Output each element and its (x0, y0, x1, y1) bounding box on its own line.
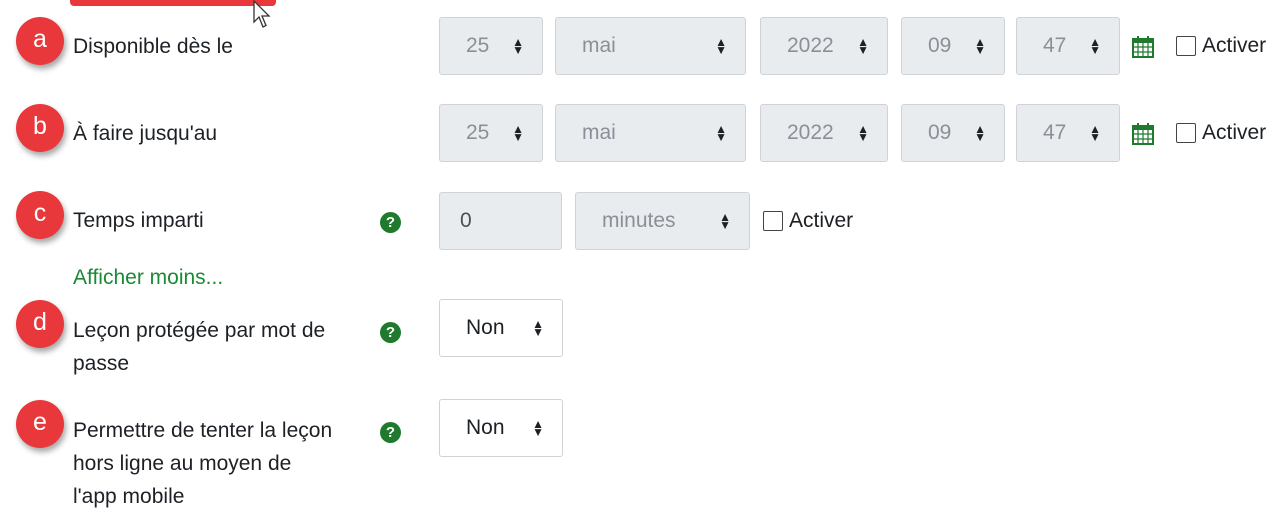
password-protected-label: Leçon protégée par mot de passe (73, 314, 325, 380)
question-circle-icon[interactable]: ? (380, 212, 401, 233)
time-limit-enable-checkbox[interactable]: Activer (763, 209, 853, 233)
label-line: l'app mobile (73, 485, 185, 508)
select-value: 25 (466, 121, 490, 144)
time-limit-unit-select[interactable]: minutes ▲ ▼ (575, 192, 750, 250)
select-value: mai (582, 121, 616, 144)
select-value: mai (582, 34, 616, 57)
sort-arrows-icon: ▲ ▼ (512, 122, 524, 144)
select-value: 2022 (787, 121, 834, 144)
sort-arrows-icon: ▲ ▼ (532, 317, 544, 339)
label-line: Permettre de tenter la leçon (73, 419, 333, 442)
checkbox-label: Activer (1202, 34, 1267, 57)
label-line: Leçon protégée par mot de (73, 319, 326, 342)
select-value: 47 (1043, 34, 1067, 57)
available-from-label: Disponible dès le (73, 35, 233, 58)
top-highlight-bar (70, 0, 276, 6)
question-circle-icon[interactable]: ? (380, 422, 401, 443)
sort-arrows-icon: ▲ ▼ (974, 35, 986, 57)
badge-e: e (16, 400, 64, 448)
offline-attempt-label: Permettre de tenter la leçon hors ligne … (73, 414, 332, 513)
due-date-day-select[interactable]: 25 ▲ ▼ (439, 104, 543, 162)
available-from-minute-select[interactable]: 47 ▲ ▼ (1016, 17, 1120, 75)
due-date-enable-checkbox[interactable]: Activer (1176, 121, 1266, 145)
sort-arrows-icon: ▲ ▼ (715, 122, 727, 144)
available-from-year-select[interactable]: 2022 ▲ ▼ (760, 17, 888, 75)
sort-arrows-icon: ▲ ▼ (715, 35, 727, 57)
due-date-month-select[interactable]: mai ▲ ▼ (555, 104, 746, 162)
calendar-icon[interactable] (1132, 36, 1154, 58)
checkbox-label: Activer (789, 209, 854, 232)
question-circle-icon[interactable]: ? (380, 322, 401, 343)
sort-arrows-icon: ▲ ▼ (719, 210, 731, 232)
available-from-enable-checkbox[interactable]: Activer (1176, 34, 1266, 58)
show-less-link[interactable]: Afficher moins... (73, 266, 223, 290)
available-from-day-select[interactable]: 25 ▲ ▼ (439, 17, 543, 75)
sort-arrows-icon: ▲ ▼ (1089, 35, 1101, 57)
select-value: 47 (1043, 121, 1067, 144)
select-value: minutes (602, 209, 676, 232)
select-value: Non (466, 316, 505, 339)
select-value: Non (466, 416, 505, 439)
due-date-minute-select[interactable]: 47 ▲ ▼ (1016, 104, 1120, 162)
sort-arrows-icon: ▲ ▼ (1089, 122, 1101, 144)
label-line: hors ligne au moyen de (73, 452, 292, 475)
due-date-hour-select[interactable]: 09 ▲ ▼ (901, 104, 1005, 162)
sort-arrows-icon: ▲ ▼ (532, 417, 544, 439)
due-date-year-select[interactable]: 2022 ▲ ▼ (760, 104, 888, 162)
time-limit-label: Temps imparti (73, 209, 204, 232)
password-protected-select[interactable]: Non ▲ ▼ (439, 299, 563, 357)
sort-arrows-icon: ▲ ▼ (857, 122, 869, 144)
select-value: 09 (928, 34, 952, 57)
select-value: 09 (928, 121, 952, 144)
badge-b: b (16, 104, 64, 152)
available-from-hour-select[interactable]: 09 ▲ ▼ (901, 17, 1005, 75)
badge-d: d (16, 300, 64, 348)
checkbox-icon[interactable] (763, 211, 783, 231)
time-limit-input[interactable]: 0 (439, 192, 562, 250)
due-date-label: À faire jusqu'au (73, 122, 218, 145)
badge-a: a (16, 17, 64, 65)
checkbox-icon[interactable] (1176, 123, 1196, 143)
select-value: 2022 (787, 34, 834, 57)
available-from-month-select[interactable]: mai ▲ ▼ (555, 17, 746, 75)
sort-arrows-icon: ▲ ▼ (974, 122, 986, 144)
sort-arrows-icon: ▲ ▼ (512, 35, 524, 57)
offline-attempt-select[interactable]: Non ▲ ▼ (439, 399, 563, 457)
badge-c: c (16, 191, 64, 239)
sort-arrows-icon: ▲ ▼ (857, 35, 869, 57)
label-line: passe (73, 352, 130, 375)
calendar-icon[interactable] (1132, 123, 1154, 145)
checkbox-label: Activer (1202, 121, 1267, 144)
mouse-pointer-icon (253, 0, 271, 28)
checkbox-icon[interactable] (1176, 36, 1196, 56)
select-value: 25 (466, 34, 490, 57)
